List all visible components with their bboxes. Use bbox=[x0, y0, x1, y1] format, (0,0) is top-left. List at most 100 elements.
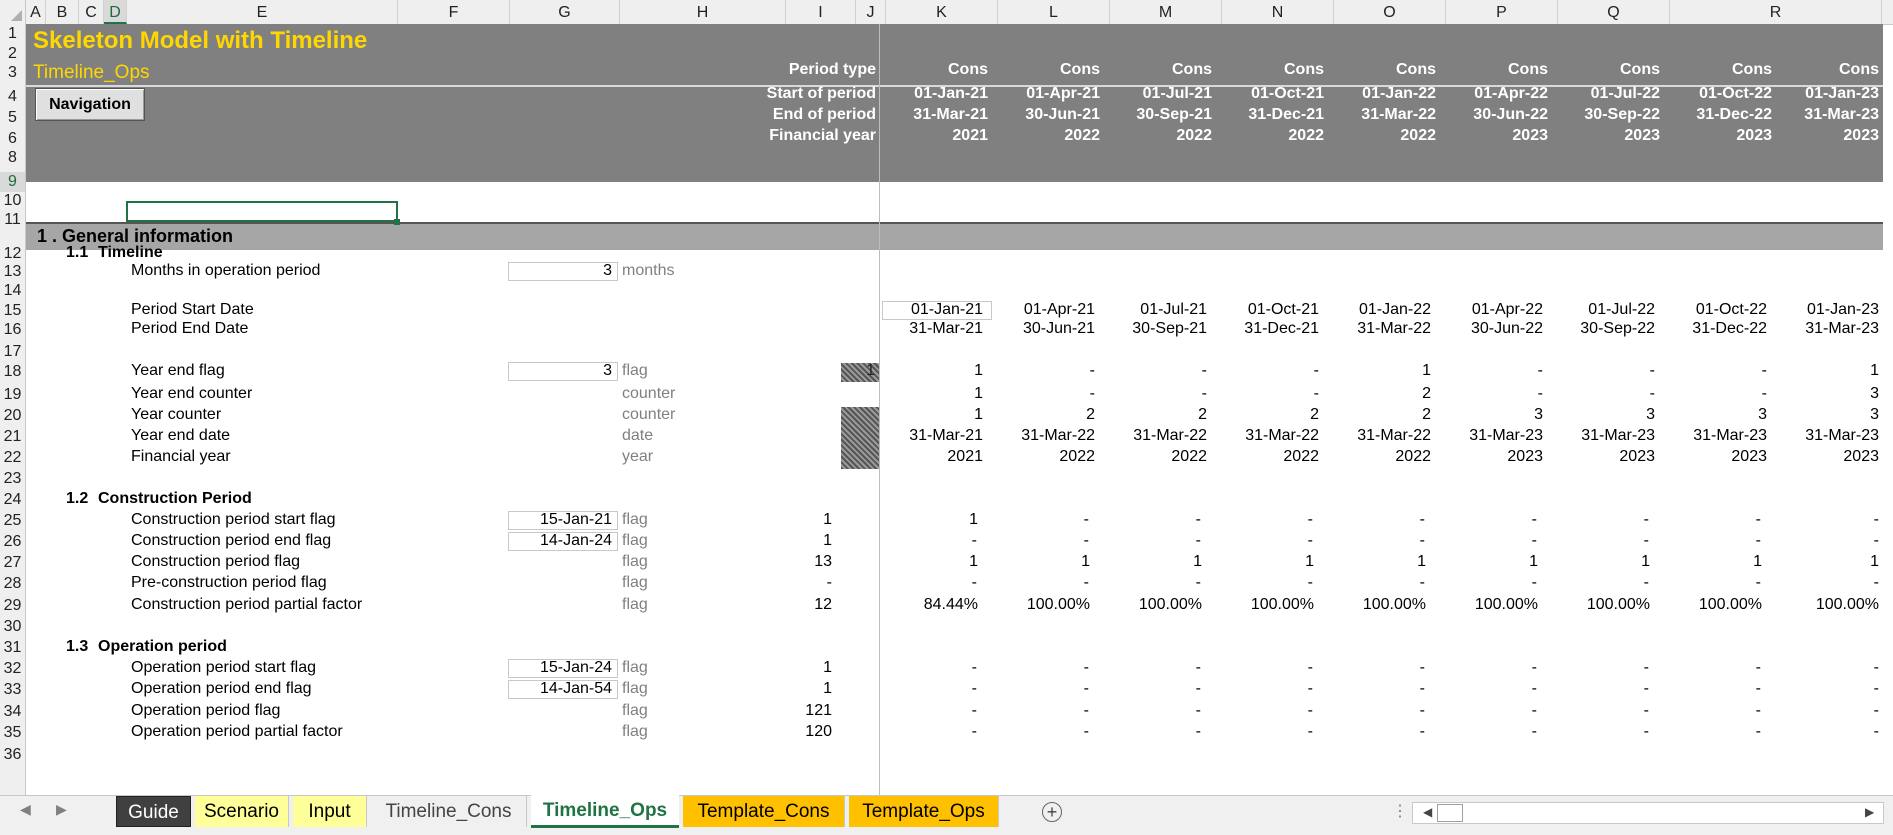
header-start-of-period-cell: 01-Jan-23 bbox=[1805, 85, 1879, 102]
row-header-4[interactable]: 4 bbox=[0, 87, 25, 107]
flag-value-cell: - bbox=[1419, 511, 1425, 528]
column-header-f[interactable]: F bbox=[398, 0, 510, 24]
row-header-6[interactable]: 6 bbox=[0, 129, 25, 149]
row-header-8[interactable]: 8 bbox=[0, 148, 25, 168]
column-header-d[interactable]: D bbox=[104, 0, 127, 24]
selected-period-cell[interactable] bbox=[882, 301, 992, 320]
selected-cell-d9[interactable] bbox=[126, 201, 398, 222]
scrollbar-thumb[interactable] bbox=[1437, 804, 1463, 822]
header-start-of-period-cell: 01-Jul-22 bbox=[1590, 85, 1660, 102]
sheet-tab-scenario[interactable]: Scenario bbox=[195, 796, 289, 827]
row-header-33[interactable]: 33 bbox=[0, 680, 25, 700]
row-label: Construction period partial factor bbox=[131, 596, 363, 613]
row-header-28[interactable]: 28 bbox=[0, 574, 25, 594]
row-header-14[interactable]: 14 bbox=[0, 281, 25, 301]
row-header-29[interactable]: 29 bbox=[0, 596, 25, 616]
row-header-31[interactable]: 31 bbox=[0, 638, 25, 658]
column-header-j[interactable]: J bbox=[856, 0, 886, 24]
row-header-21[interactable]: 21 bbox=[0, 427, 25, 447]
row-header-22[interactable]: 22 bbox=[0, 448, 25, 468]
column-header-m[interactable]: M bbox=[1110, 0, 1222, 24]
header-label: Period type bbox=[788, 61, 876, 78]
sheet-tab-timeline-cons[interactable]: Timeline_Cons bbox=[371, 796, 527, 827]
row-header-27[interactable]: 27 bbox=[0, 553, 25, 573]
column-header-n[interactable]: N bbox=[1222, 0, 1334, 24]
horizontal-scrollbar[interactable]: ◀ ▶ bbox=[1412, 802, 1884, 824]
row-header-25[interactable]: 25 bbox=[0, 511, 25, 531]
row-label: Construction period flag bbox=[131, 553, 300, 570]
column-header-b[interactable]: B bbox=[46, 0, 79, 24]
row-header-11[interactable]: 11 bbox=[0, 210, 25, 230]
row-header-24[interactable]: 24 bbox=[0, 490, 25, 510]
split-handle-icon[interactable]: ⋮ bbox=[1392, 801, 1408, 821]
row-header-12[interactable]: 12 bbox=[0, 244, 25, 264]
row-header-10[interactable]: 10 bbox=[0, 191, 25, 211]
year-value-cell: 31-Mar-21 bbox=[909, 427, 983, 444]
year-value-cell: 1 bbox=[974, 406, 983, 423]
flag-value-cell: - bbox=[1873, 532, 1879, 549]
column-header-l[interactable]: L bbox=[998, 0, 1110, 24]
year-value-cell: - bbox=[1649, 362, 1655, 379]
column-header-c[interactable]: C bbox=[79, 0, 104, 24]
sheet-tab-template-ops[interactable]: Template_Ops bbox=[849, 796, 999, 827]
column-header-h[interactable]: H bbox=[620, 0, 786, 24]
column-header-k[interactable]: K bbox=[886, 0, 998, 24]
row-header-19[interactable]: 19 bbox=[0, 385, 25, 405]
fill-handle[interactable] bbox=[394, 219, 400, 225]
row-header-18[interactable]: 18 bbox=[0, 362, 25, 382]
column-header-p[interactable]: P bbox=[1446, 0, 1558, 24]
period-date-cell: 01-Jul-21 bbox=[1140, 301, 1207, 318]
column-header-e[interactable]: E bbox=[127, 0, 398, 24]
row-header-34[interactable]: 34 bbox=[0, 702, 25, 722]
row-header-30[interactable]: 30 bbox=[0, 617, 25, 637]
scroll-tabs-left-icon[interactable]: ◀ bbox=[20, 801, 31, 818]
row-header-23[interactable]: 23 bbox=[0, 469, 25, 489]
sheet-tab-guide[interactable]: Guide bbox=[116, 796, 191, 827]
flag-value-cell: 1 bbox=[1417, 553, 1426, 570]
row-label: Financial year bbox=[131, 448, 231, 465]
flag-value-cell: - bbox=[1083, 574, 1089, 591]
flag-value-cell: 1 bbox=[1305, 553, 1314, 570]
flag-value-cell: - bbox=[1307, 702, 1313, 719]
year-value-cell: 31-Mar-22 bbox=[1133, 427, 1207, 444]
column-header-a[interactable]: A bbox=[26, 0, 46, 24]
row-header-17[interactable]: 17 bbox=[0, 342, 25, 362]
year-value-cell: 3 bbox=[1534, 406, 1543, 423]
row-header-35[interactable]: 35 bbox=[0, 723, 25, 743]
row-header-16[interactable]: 16 bbox=[0, 320, 25, 340]
flag-value-cell: - bbox=[1307, 511, 1313, 528]
scrollbar-right-arrow-icon[interactable]: ▶ bbox=[1865, 805, 1874, 819]
scroll-tabs-right-icon[interactable]: ▶ bbox=[56, 801, 67, 818]
row-header-3[interactable]: 3 bbox=[0, 63, 25, 83]
flag-value-cell: - bbox=[1643, 702, 1649, 719]
row-label: Year end counter bbox=[131, 385, 253, 402]
header-start-of-period-cell: 01-Oct-22 bbox=[1699, 85, 1772, 102]
sheet-tab-template-cons[interactable]: Template_Cons bbox=[683, 796, 845, 827]
sheet-tab-timeline-ops[interactable]: Timeline_Ops bbox=[531, 795, 679, 828]
sheet-tab-input[interactable]: Input bbox=[293, 796, 367, 827]
column-header-o[interactable]: O bbox=[1334, 0, 1446, 24]
flag-value-cell: 1 bbox=[1081, 553, 1090, 570]
flag-value-cell: - bbox=[1531, 680, 1537, 697]
subsection-number: 1.3 bbox=[66, 638, 89, 655]
row-header-32[interactable]: 32 bbox=[0, 659, 25, 679]
column-header-r[interactable]: R bbox=[1670, 0, 1882, 24]
flag-value-cell: - bbox=[1873, 574, 1879, 591]
row-header-15[interactable]: 15 bbox=[0, 301, 25, 321]
row-header-5[interactable]: 5 bbox=[0, 108, 25, 128]
row-header-1[interactable]: 1 bbox=[0, 24, 25, 44]
new-sheet-icon[interactable]: + bbox=[1042, 802, 1062, 822]
row-header-20[interactable]: 20 bbox=[0, 406, 25, 426]
navigation-button[interactable]: Navigation bbox=[35, 88, 145, 121]
row-header-13[interactable]: 13 bbox=[0, 262, 25, 282]
row-header-9[interactable]: 9 bbox=[0, 172, 25, 192]
row-header-2[interactable]: 2 bbox=[0, 44, 25, 64]
column-header-g[interactable]: G bbox=[510, 0, 620, 24]
flag-value-cell: - bbox=[1307, 659, 1313, 676]
column-header-i[interactable]: I bbox=[786, 0, 856, 24]
row-header-36[interactable]: 36 bbox=[0, 745, 25, 765]
row-header-26[interactable]: 26 bbox=[0, 532, 25, 552]
select-all-corner[interactable] bbox=[0, 0, 26, 24]
column-header-q[interactable]: Q bbox=[1558, 0, 1670, 24]
scrollbar-left-arrow-icon[interactable]: ◀ bbox=[1423, 805, 1432, 819]
